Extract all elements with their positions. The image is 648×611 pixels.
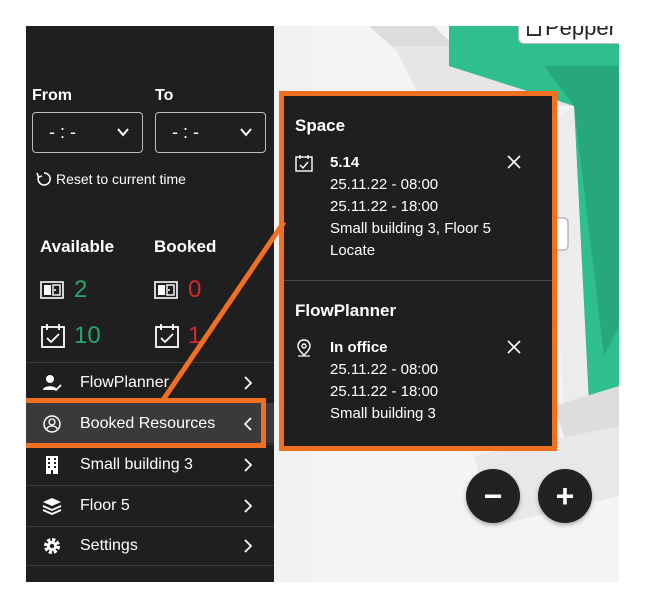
chevron-right-icon — [244, 539, 253, 553]
annotation-highlight-popover — [279, 91, 557, 451]
available-desks-stat: 10 — [40, 322, 101, 350]
zoom-out-button[interactable]: − — [466, 469, 520, 523]
reset-icon — [36, 172, 51, 186]
sidebar: From To - : - - : - Reset to current tim… — [26, 26, 274, 582]
map-room-label[interactable]: Pepper — [518, 26, 619, 44]
booked-desks-stat: 1 — [154, 322, 201, 350]
sidebar-item-small-building-3[interactable]: Small building 3 — [26, 444, 274, 484]
room-icon — [527, 26, 541, 37]
from-time-select[interactable]: - : - — [32, 112, 143, 153]
from-label: From — [32, 87, 72, 104]
available-heading: Available — [40, 237, 115, 256]
sidebar-item-settings[interactable]: Settings — [26, 526, 274, 566]
gear-icon — [40, 534, 64, 558]
app-frame: Pepper − + From To - : - - : - Reset to … — [26, 26, 619, 582]
annotation-highlight-menu — [26, 398, 266, 448]
chevron-right-icon — [244, 498, 253, 513]
sidebar-item-flowplanner[interactable]: FlowPlanner — [26, 362, 274, 402]
calendar-check-icon — [155, 324, 179, 348]
reset-time-button[interactable]: Reset to current time — [36, 171, 186, 187]
chevron-right-icon — [244, 375, 253, 390]
chevron-right-icon — [244, 457, 253, 472]
to-label: To — [155, 87, 174, 104]
chevron-down-icon — [117, 128, 129, 137]
zoom-in-button[interactable]: + — [538, 469, 592, 523]
person-check-icon — [40, 371, 64, 395]
to-time-select[interactable]: - : - — [155, 112, 266, 153]
available-rooms-stat: 2 — [40, 276, 87, 304]
booked-heading: Booked — [154, 237, 217, 256]
door-icon — [40, 281, 64, 299]
booked-rooms-stat: 0 — [154, 276, 201, 304]
building-icon — [40, 453, 64, 477]
door-icon — [154, 281, 178, 299]
sidebar-item-floor-5[interactable]: Floor 5 — [26, 485, 274, 525]
layers-icon — [40, 494, 64, 518]
time-filter-section: From To - : - - : - Reset to current tim… — [26, 26, 274, 362]
chevron-down-icon — [240, 128, 252, 137]
calendar-check-icon — [41, 324, 65, 348]
